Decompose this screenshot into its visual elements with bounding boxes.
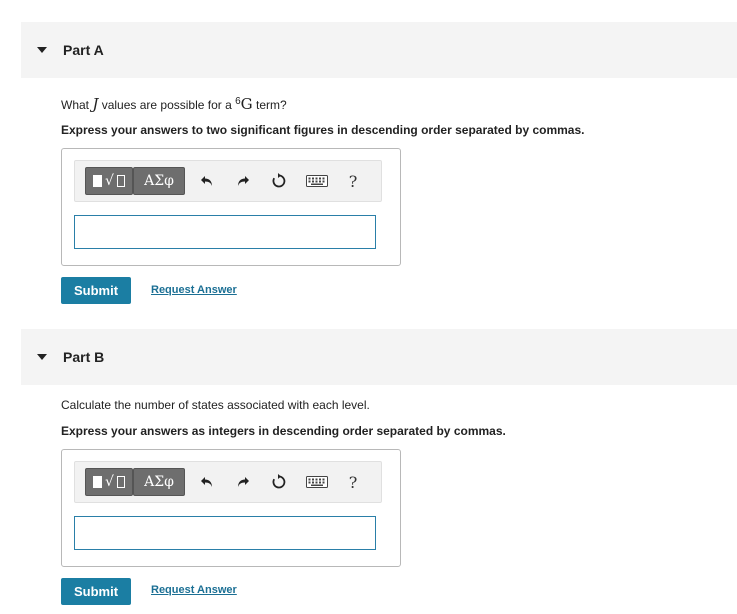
greek-letters-icon[interactable]: ΑΣφ xyxy=(133,468,185,496)
question-text: values are possible for a xyxy=(98,98,236,112)
help-icon[interactable]: ? xyxy=(343,171,363,191)
part-a-answer-input[interactable] xyxy=(74,215,376,249)
collapse-caret-icon[interactable] xyxy=(37,354,47,360)
question-text: What xyxy=(61,98,93,112)
undo-icon[interactable] xyxy=(197,171,217,191)
template-box-shape xyxy=(93,476,103,488)
template-box-shape xyxy=(93,175,103,187)
term-symbol: G xyxy=(240,95,253,113)
templates-icon[interactable]: √ xyxy=(85,468,133,496)
keyboard-icon[interactable] xyxy=(305,472,329,492)
collapse-caret-icon[interactable] xyxy=(37,47,47,53)
part-b-answer-editor: √ ΑΣφ ? xyxy=(61,449,401,567)
sqrt-symbol: √ xyxy=(105,474,114,490)
part-a-request-answer-link[interactable]: Request Answer xyxy=(151,284,237,296)
editor-toolbar: √ ΑΣφ ? xyxy=(74,461,382,503)
part-b-instruction: Express your answers as integers in desc… xyxy=(61,424,506,438)
question-text: term? xyxy=(252,98,287,112)
help-icon[interactable]: ? xyxy=(343,472,363,492)
template-box-shape xyxy=(116,175,125,187)
part-b-header[interactable]: Part B xyxy=(21,329,737,385)
part-b-submit-button[interactable]: Submit xyxy=(61,578,131,605)
template-box-shape xyxy=(116,476,125,488)
templates-icon[interactable]: √ xyxy=(85,167,133,195)
part-a-header[interactable]: Part A xyxy=(21,22,737,78)
undo-icon[interactable] xyxy=(197,472,217,492)
part-a-question: What J values are possible for a 6G term… xyxy=(61,95,287,113)
redo-icon[interactable] xyxy=(233,472,253,492)
keyboard-icon[interactable] xyxy=(305,171,329,191)
redo-icon[interactable] xyxy=(233,171,253,191)
part-a-title: Part A xyxy=(63,42,104,58)
reset-icon[interactable] xyxy=(269,472,289,492)
part-b-question: Calculate the number of states associate… xyxy=(61,398,370,412)
editor-toolbar: √ ΑΣφ ? xyxy=(74,160,382,202)
part-a-instruction: Express your answers to two significant … xyxy=(61,123,585,137)
help-label: ? xyxy=(348,472,358,492)
reset-icon[interactable] xyxy=(269,171,289,191)
part-b-request-answer-link[interactable]: Request Answer xyxy=(151,584,237,596)
help-label: ? xyxy=(348,171,358,191)
part-a-answer-editor: √ ΑΣφ ? xyxy=(61,148,401,266)
part-a-submit-button[interactable]: Submit xyxy=(61,277,131,304)
part-b-answer-input[interactable] xyxy=(74,516,376,550)
sqrt-symbol: √ xyxy=(105,173,114,189)
greek-letters-icon[interactable]: ΑΣφ xyxy=(133,167,185,195)
part-b-title: Part B xyxy=(63,349,105,365)
